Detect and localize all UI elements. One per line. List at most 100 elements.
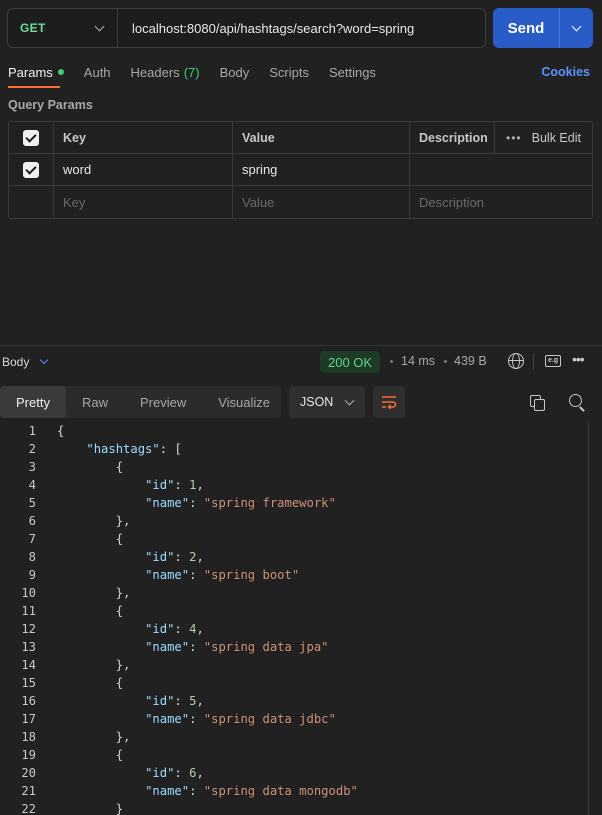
search-icon[interactable] [569,394,585,410]
code-token: : [189,568,204,582]
code-line: 19 { [0,746,588,764]
line-number: 17 [21,712,36,726]
select-all-checkbox[interactable] [23,129,39,146]
param-checkbox[interactable] [23,161,39,178]
separator-dot [390,360,393,363]
param-description[interactable] [410,154,592,185]
code-line: 1{ [0,422,588,440]
response-code-viewer[interactable]: 1{2 "hashtags": [3 {4 "id": 1, 5 "name": … [0,422,588,815]
url-input[interactable] [118,9,485,47]
code-token: { [57,460,124,474]
code-text: { [57,422,64,440]
more-dots-icon: ••• [506,130,522,145]
code-token: "spring data jdbc" [203,712,336,726]
code-line: 7 { [0,530,588,548]
code-line: 4 "id": 1, [0,476,588,494]
send-button[interactable]: Send [493,8,560,48]
header-description: Description [410,122,495,153]
bulk-edit-button[interactable]: ••• Bulk Edit [495,122,592,153]
tab-settings[interactable]: Settings [329,65,376,80]
wrap-lines-button[interactable] [373,386,405,418]
header-key: Key [54,122,233,153]
code-text: }, [57,512,131,530]
tab-visualize[interactable]: Visualize [202,386,286,418]
status-badge[interactable]: 200 OK [320,351,381,373]
tab-preview[interactable]: Preview [124,386,202,418]
code-token: { [57,748,124,762]
description-placeholder[interactable]: Description [410,186,592,218]
key-placeholder[interactable]: Key [54,186,233,218]
code-token: }, [57,658,131,672]
line-number: 1 [28,424,36,438]
code-token: , [196,766,204,780]
code-token: "name" [145,784,190,798]
tab-params[interactable]: Params [8,65,64,80]
format-select[interactable]: JSON [289,386,365,418]
code-token: "name" [145,496,190,510]
param-value[interactable]: spring [233,154,410,185]
tab-pretty[interactable]: Pretty [0,386,66,418]
headers-count: (7) [183,64,200,80]
tab-params-label: Params [8,64,53,80]
response-size[interactable]: 439 B [454,354,487,368]
line-number: 12 [21,622,36,636]
code-line: 5 "name": "spring framework" [0,494,588,512]
header-value: Value [233,122,410,153]
scrollbar[interactable] [588,422,602,815]
send-options-button[interactable] [560,8,593,48]
header-check-cell [9,122,54,153]
tab-body[interactable]: Body [220,65,250,80]
code-line: 8 "id": 2, [0,548,588,566]
cookies-link[interactable]: Cookies [541,65,590,79]
tab-auth[interactable]: Auth [84,65,111,80]
empty-check-cell [9,186,54,218]
code-token: { [57,424,65,438]
copy-icon[interactable] [530,395,545,411]
code-text: } [57,800,123,815]
code-text: "id": 4, [57,620,204,638]
code-token: "spring boot" [203,568,300,582]
active-dot-icon [57,69,64,75]
pane-divider[interactable] [0,345,602,346]
chevron-down-icon [344,395,355,405]
save-response-icon[interactable]: e.g [545,355,561,367]
value-placeholder[interactable]: Value [233,186,410,218]
tab-scripts[interactable]: Scripts [269,65,309,80]
line-number: 8 [28,550,36,564]
code-line: 2 "hashtags": [ [0,440,588,458]
code-line: 11 { [0,602,588,620]
tab-headers[interactable]: Headers (7) [131,65,200,80]
code-text: "name": "spring data mongodb" [57,782,358,800]
line-number: 20 [21,766,36,780]
code-text: "name": "spring data jpa" [57,638,328,656]
param-key[interactable]: word [54,154,233,185]
code-line: 9 "name": "spring boot" [0,566,588,584]
line-number: 7 [28,532,36,546]
code-token: : [189,640,204,654]
response-time[interactable]: 14 ms [401,354,435,368]
code-line: 3 { [0,458,588,476]
more-options-icon[interactable]: ••• [572,351,585,367]
code-token: } [57,802,124,815]
response-body-dropdown[interactable]: Body [2,355,49,369]
globe-icon[interactable] [508,353,524,369]
method-select[interactable]: GET [8,9,118,47]
code-token: { [57,676,124,690]
param-row: word spring [9,154,592,186]
code-line: 10 }, [0,584,588,602]
code-line: 20 "id": 6, [0,764,588,782]
line-number: 19 [21,748,36,762]
code-text: }, [57,584,131,602]
code-token: , [196,622,204,636]
format-label: JSON [300,395,334,409]
code-text: { [57,530,123,548]
request-tabs: Params Auth Headers (7) Body Scripts Set… [8,64,590,80]
tab-raw[interactable]: Raw [66,386,124,418]
method-label: GET [20,21,46,35]
